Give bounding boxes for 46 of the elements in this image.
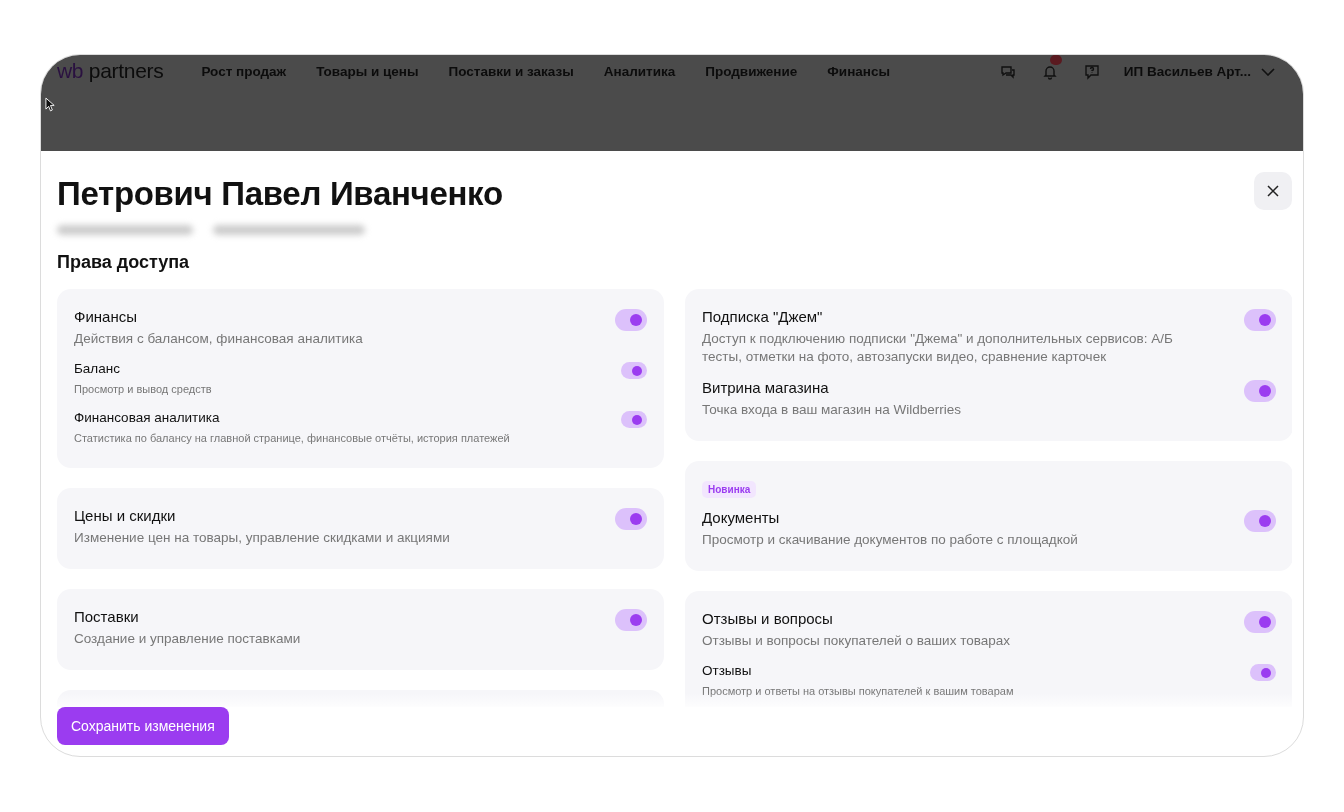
permission-title: Отзывы и вопросы <box>702 609 834 629</box>
permission-title: Документы <box>702 508 781 528</box>
notification-badge <box>1049 55 1062 65</box>
save-button[interactable]: Сохранить изменения <box>57 707 229 745</box>
permission-description: Создание и управление поставками <box>74 630 302 648</box>
close-button[interactable] <box>1254 172 1292 210</box>
permission-description: Просмотр и ответы на отзывы покупателей к вашим товарам <box>702 684 1015 699</box>
user-menu[interactable]: ИП Васильев Арт... <box>1123 59 1251 85</box>
toggle-switch[interactable] <box>1244 611 1276 633</box>
nav-link[interactable]: Рост продаж <box>201 59 287 85</box>
toggle-switch[interactable] <box>615 508 647 530</box>
permission-title: Витрина магазина <box>702 378 830 398</box>
nav-link[interactable]: Товары и цены <box>316 59 419 85</box>
toggle-switch[interactable] <box>621 362 647 379</box>
permission-title: Подписка "Джем" <box>702 307 824 327</box>
nav-link[interactable]: Поставки и заказы <box>448 59 574 85</box>
permission-description: Статистика по балансу на главной странице, финансовые отчёты, история платежей <box>74 431 511 446</box>
toggle-switch[interactable] <box>615 609 647 631</box>
permission-description: Просмотр и скачивание документов по работе с площадкой <box>702 531 1079 549</box>
mouse-cursor-icon <box>45 97 56 112</box>
toggle-switch[interactable] <box>1250 664 1276 681</box>
logo[interactable]: wb partners <box>57 59 164 83</box>
toggle-switch[interactable] <box>621 411 647 428</box>
toggle-switch[interactable] <box>1244 510 1276 532</box>
permission-description: Доступ к подключению подписки "Джема" и дополнительных сервисов: А/Б тесты, отметки на фото, автозапуски видео, сравнение карточек <box>702 330 1174 366</box>
new-badge: Новинка <box>702 481 757 498</box>
permission-description: Изменение цен на товары, управление скидками и акциями <box>74 529 451 547</box>
toggle-switch[interactable] <box>1244 309 1276 331</box>
nav-link[interactable]: Аналитика <box>603 59 676 85</box>
toggle-switch[interactable] <box>615 309 647 331</box>
permission-description: Точка входа в ваш магазин на Wildberries <box>702 401 962 419</box>
section-title: Права доступа <box>57 252 191 273</box>
permission-title: Отзывы <box>702 662 753 680</box>
permission-title: Финансовая аналитика <box>74 409 221 427</box>
nav-link[interactable]: Продвижение <box>705 59 798 85</box>
modal-title: Петрович Павел Иванченко <box>57 175 503 213</box>
nav-link[interactable]: Финансы <box>827 59 890 85</box>
permission-title: Цены и скидки <box>74 506 177 526</box>
permission-title: Баланс <box>74 360 121 378</box>
permission-description: Отзывы и вопросы покупателей о ваших товарах <box>702 632 1011 650</box>
permission-description: Действия с балансом, финансовая аналитика <box>74 330 364 348</box>
permission-title: Поставки <box>74 607 140 627</box>
permission-description: Просмотр и вывод средств <box>74 382 213 397</box>
toggle-switch[interactable] <box>1244 380 1276 402</box>
close-icon <box>1267 185 1279 197</box>
permission-title: Финансы <box>74 307 138 327</box>
